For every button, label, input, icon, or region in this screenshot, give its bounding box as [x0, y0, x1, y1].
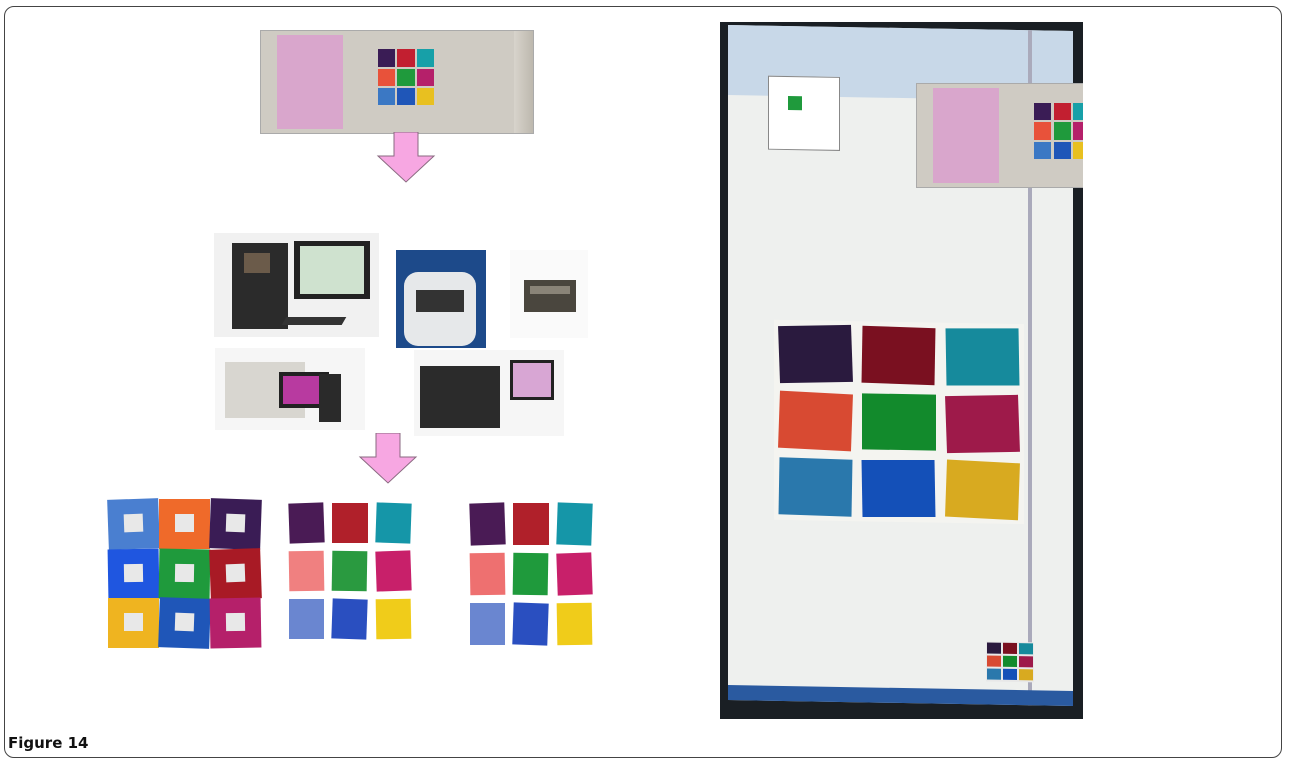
slide-color-patch	[416, 88, 435, 106]
slide-color-patch	[416, 49, 435, 67]
color-patch	[375, 598, 412, 640]
color-patch	[332, 503, 368, 543]
slide-color-patch	[1033, 141, 1052, 160]
color-patch	[556, 602, 593, 646]
monitor-color-patches	[774, 319, 1024, 525]
color-patch-grid-3	[466, 499, 596, 649]
scanner-image-5	[414, 350, 564, 436]
color-patch	[209, 498, 262, 550]
slide-color-patch	[377, 49, 396, 67]
monitor-color-patch	[778, 390, 854, 451]
down-arrow-icon	[358, 433, 418, 484]
slide-photo-overlay	[916, 83, 1083, 188]
color-patch	[209, 597, 262, 649]
color-patch	[374, 502, 412, 544]
patch-inner-square	[124, 563, 143, 582]
color-patch	[469, 552, 506, 596]
patch-inner-square	[226, 513, 246, 533]
thumbnail-color-patch	[987, 668, 1001, 680]
slide-color-patch	[416, 68, 435, 87]
color-patch	[209, 547, 262, 600]
slide-color-patch	[377, 88, 396, 106]
thumbnail-color-patch	[987, 655, 1001, 667]
color-patch	[331, 598, 369, 640]
color-patch	[512, 552, 550, 596]
slide-color-patch	[397, 49, 415, 67]
color-patch	[374, 550, 412, 592]
color-patch	[288, 550, 325, 592]
thumbnail-color-patch	[987, 642, 1001, 654]
patch-inner-square	[226, 613, 245, 632]
color-patch	[512, 602, 550, 646]
slide-color-patch	[1073, 122, 1083, 140]
monitor-color-patch	[944, 459, 1020, 521]
color-patch	[158, 597, 211, 649]
color-patch-grid-2	[285, 499, 415, 643]
figure-caption: Figure 14	[8, 734, 89, 752]
color-patch	[470, 603, 506, 645]
slide-color-patch	[397, 68, 415, 87]
scanner-image-3	[510, 250, 588, 338]
color-patch-grid-1	[107, 498, 262, 649]
scanner-image-1	[214, 233, 379, 337]
slide-color-patch	[1033, 102, 1052, 121]
color-patch	[288, 502, 326, 544]
patch-inner-square	[175, 513, 194, 532]
patch-inner-square	[175, 563, 194, 582]
color-patch	[469, 502, 507, 546]
patch-inner-square	[225, 563, 245, 582]
scanner-image-2	[396, 250, 486, 348]
monitor-color-patch	[861, 460, 937, 517]
scanner-image-4	[215, 348, 365, 430]
color-patch	[289, 599, 325, 639]
color-patch	[555, 502, 593, 546]
color-patch	[108, 598, 159, 648]
slide-color-patch	[1073, 141, 1083, 160]
slide-color-patch	[1073, 102, 1083, 121]
thumbnail-color-patch	[1019, 643, 1033, 655]
color-patch	[159, 499, 210, 549]
monitor-color-patch	[861, 325, 937, 385]
slide-color-patch	[377, 68, 396, 87]
thumbnail-color-patch	[1019, 669, 1033, 681]
down-arrow-icon	[376, 132, 436, 183]
thumbnail-color-patch	[1003, 642, 1017, 655]
monitor-color-patch	[778, 457, 853, 517]
color-patch	[331, 550, 369, 592]
color-patch	[555, 552, 593, 596]
slide-color-patch	[1033, 122, 1052, 140]
slide-label-area	[277, 35, 343, 129]
slide-label-area	[933, 88, 999, 183]
slide-color-patch	[1053, 122, 1072, 140]
monitor-color-patch	[944, 394, 1020, 453]
slide-color-patch	[1053, 141, 1072, 160]
monitor-color-patch	[778, 324, 854, 383]
monitor-color-patch	[945, 328, 1020, 386]
color-patch	[107, 548, 160, 599]
slide-color-patch	[1053, 102, 1072, 121]
thumbnail-color-patch	[1003, 668, 1017, 681]
color-patch	[513, 503, 549, 545]
patch-inner-square	[124, 613, 143, 632]
thumbnail-color-patch	[1019, 656, 1033, 668]
patch-inner-square	[175, 612, 195, 632]
thumbnail-patches	[986, 641, 1034, 683]
color-patch	[158, 548, 211, 599]
patch-inner-square	[123, 513, 143, 533]
monitor-color-patch	[862, 392, 936, 451]
color-patch	[107, 498, 160, 550]
thumbnail-color-patch	[1003, 655, 1017, 668]
monitor-photo	[720, 22, 1083, 719]
slide-photo-top	[260, 30, 534, 134]
slide-color-patch	[397, 88, 415, 106]
